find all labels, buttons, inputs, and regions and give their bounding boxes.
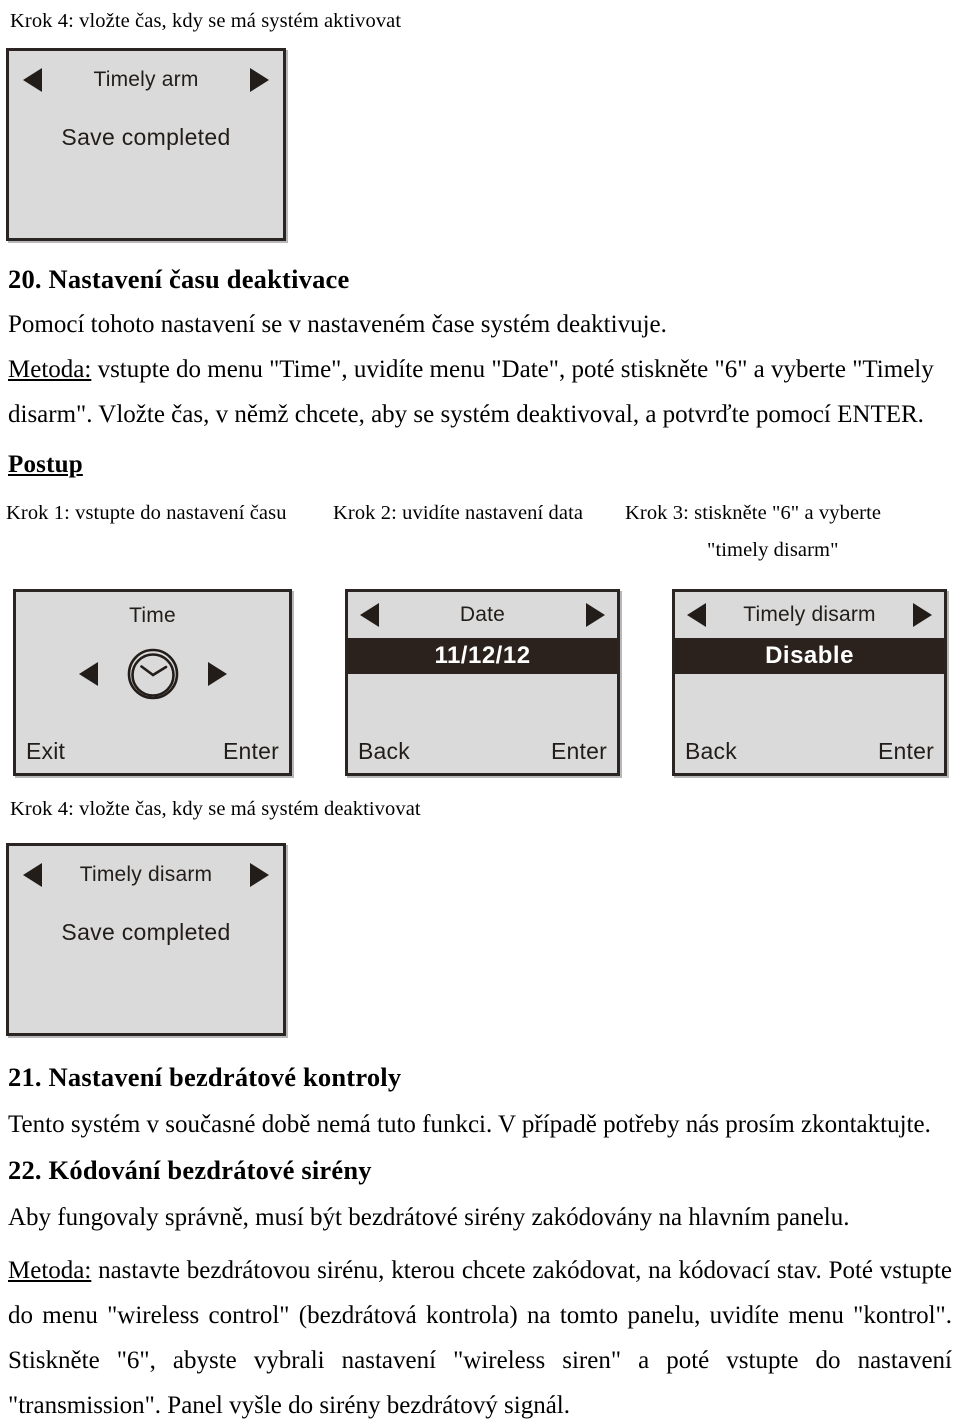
- triangle-right-icon[interactable]: [586, 603, 605, 627]
- triangle-right-icon[interactable]: [913, 603, 932, 627]
- step-3-caption-line2: "timely disarm": [707, 539, 839, 561]
- lcd-panel-date: Date 11/12/12 Back Enter: [345, 589, 620, 776]
- lcd-title: Time: [129, 604, 176, 627]
- lcd-title: Timely disarm: [79, 863, 213, 886]
- section-22-method-paragraph: Metoda: nastavte bezdrátovou sirénu, kte…: [8, 1248, 952, 1428]
- lcd-message: Save completed: [61, 124, 231, 150]
- lcd-footer-left-back[interactable]: Back: [358, 738, 410, 765]
- lcd-footer: Back Enter: [348, 738, 617, 765]
- section-22-heading: 22. Kódování bezdrátové sirény: [8, 1155, 372, 1185]
- clock-icon: [126, 647, 180, 701]
- section-20-method-line1: Metoda: vstupte do menu "Time", uvidíte …: [8, 355, 934, 385]
- lcd-footer: Exit Enter: [16, 738, 289, 765]
- section-20-heading: 20. Nastavení času deaktivace: [8, 264, 350, 294]
- triangle-left-icon[interactable]: [687, 603, 706, 627]
- step-1-caption: Krok 1: vstupte do nastavení času: [6, 502, 287, 524]
- section-20-method-line2: disarm". Vložte čas, v němž chcete, aby …: [8, 401, 924, 428]
- lcd-footer-left-back[interactable]: Back: [685, 738, 737, 765]
- lcd-panel-timely-disarm-saved: Timely disarm Save completed: [6, 843, 286, 1036]
- triangle-left-icon[interactable]: [78, 662, 98, 686]
- lcd-selected-value[interactable]: 11/12/12: [348, 638, 617, 674]
- step-4-caption: Krok 4: vložte čas, kdy se má systém dea…: [10, 798, 421, 820]
- document-page: Krok 4: vložte čas, kdy se má systém akt…: [0, 0, 960, 1419]
- lcd-panel-timely-disarm: Timely disarm Disable Back Enter: [672, 589, 947, 776]
- lcd-title: Timely arm: [93, 68, 199, 91]
- section-21-heading: 21. Nastavení bezdrátové kontroly: [8, 1062, 402, 1092]
- step-2-caption: Krok 2: uvidíte nastavení data: [333, 502, 584, 524]
- lcd-title: Date: [459, 603, 506, 626]
- lcd-footer-right-enter[interactable]: Enter: [878, 738, 934, 765]
- section-21-body: Tento systém v současné době nemá tuto f…: [8, 1111, 931, 1138]
- triangle-right-icon[interactable]: [250, 863, 269, 887]
- triangle-left-icon[interactable]: [360, 603, 379, 627]
- section-22-body: Aby fungovaly správně, musí být bezdráto…: [8, 1204, 850, 1231]
- lcd-footer-right-enter[interactable]: Enter: [223, 738, 279, 765]
- lcd-panel-time: Time Exit Enter: [13, 589, 292, 776]
- lcd-footer-left-exit[interactable]: Exit: [26, 738, 65, 765]
- lcd-message: Save completed: [61, 919, 231, 945]
- method-label: Metoda:: [8, 1257, 92, 1284]
- step-3-caption: Krok 3: stiskněte "6" a vyberte: [625, 502, 882, 524]
- triangle-left-icon[interactable]: [23, 68, 42, 92]
- lcd-selected-value[interactable]: Disable: [675, 638, 944, 674]
- section-20-intro: Pomocí tohoto nastavení se v nastaveném …: [8, 311, 667, 338]
- method-text-1: vstupte do menu "Time", uvidíte menu "Da…: [91, 356, 934, 383]
- lcd-footer: Back Enter: [675, 738, 944, 765]
- triangle-right-icon[interactable]: [207, 662, 227, 686]
- lcd-title-row: Timely disarm: [9, 860, 283, 890]
- lcd-title-row: Date: [348, 600, 617, 630]
- triangle-left-icon[interactable]: [23, 863, 42, 887]
- method-label: Metoda:: [8, 356, 92, 383]
- lcd-title: Timely disarm: [743, 603, 876, 626]
- triangle-right-icon[interactable]: [250, 68, 269, 92]
- procedure-heading: Postup: [8, 451, 83, 478]
- lcd-panel-timely-arm-saved: Timely arm Save completed: [6, 48, 286, 241]
- lcd-title-row: Timely disarm: [675, 600, 944, 630]
- method-text: nastavte bezdrátovou sirénu, kterou chce…: [8, 1257, 952, 1419]
- lcd-clock-row: [16, 644, 289, 704]
- top-step-caption: Krok 4: vložte čas, kdy se má systém akt…: [10, 10, 402, 32]
- lcd-footer-right-enter[interactable]: Enter: [551, 738, 607, 765]
- lcd-title-row: Timely arm: [9, 65, 283, 95]
